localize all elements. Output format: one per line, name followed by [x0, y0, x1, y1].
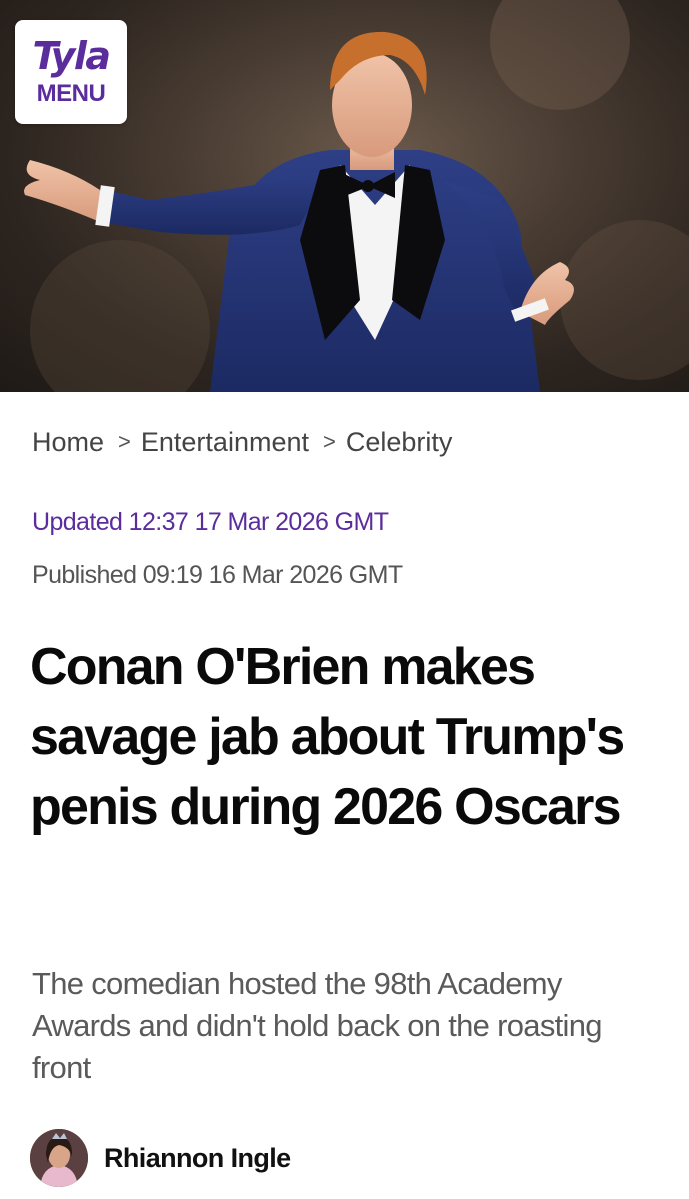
article-standfirst: The comedian hosted the 98th Academy Awa… — [32, 966, 603, 1085]
author-byline[interactable]: Rhiannon Ingle — [30, 1128, 291, 1188]
menu-label: MENU — [36, 80, 106, 107]
menu-button[interactable]: Tyla MENU — [15, 20, 127, 124]
breadcrumb-entertainment[interactable]: Entertainment — [141, 427, 309, 458]
hero-image: Tyla MENU — [0, 0, 689, 392]
breadcrumb-separator: > — [322, 429, 336, 454]
breadcrumb: Home > Entertainment > Celebrity — [32, 424, 452, 460]
author-name[interactable]: Rhiannon Ingle — [104, 1143, 291, 1174]
breadcrumb-home[interactable]: Home — [32, 427, 104, 458]
avatar-illustration — [30, 1129, 88, 1187]
article-headline: Conan O'Brien makes savage jab about Tru… — [30, 638, 625, 836]
published-timestamp: Published 09:19 16 Mar 2026 GMT — [32, 561, 403, 589]
breadcrumb-separator: > — [118, 429, 131, 454]
tyla-logo: Tyla — [32, 34, 111, 78]
updated-timestamp: Updated 12:37 17 Mar 2026 GMT — [32, 508, 389, 536]
breadcrumb-celebrity[interactable]: Celebrity — [346, 427, 453, 458]
author-avatar[interactable] — [30, 1129, 88, 1187]
